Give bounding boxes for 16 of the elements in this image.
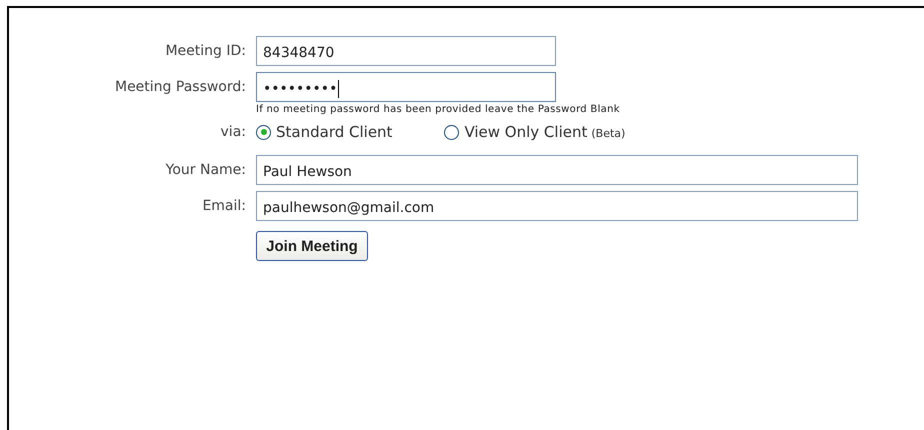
radio-button[interactable] xyxy=(256,124,271,140)
input-field[interactable]: 84348470 xyxy=(256,36,556,66)
beta-note: (Beta) xyxy=(591,127,626,140)
field-label: Email: xyxy=(201,198,247,214)
radio-button[interactable] xyxy=(444,124,460,140)
option-label[interactable]: View Only Client xyxy=(464,123,588,141)
input-field[interactable]: Paul Hewson xyxy=(256,155,858,185)
input-field[interactable]: ••••••••• xyxy=(256,72,556,102)
field-label: Your Name: xyxy=(164,162,247,178)
field-label: Meeting Password: xyxy=(114,79,247,95)
input-field[interactable]: paulhewson@gmail.com xyxy=(256,191,858,221)
field-label: Meeting ID: xyxy=(164,43,247,59)
hint-text: If no meeting password has been provided leave the Password Blank xyxy=(256,104,620,115)
option-label[interactable]: Standard Client xyxy=(276,123,392,141)
field-label: via: xyxy=(220,124,247,140)
join-meeting-button[interactable]: Join Meeting xyxy=(256,231,368,261)
